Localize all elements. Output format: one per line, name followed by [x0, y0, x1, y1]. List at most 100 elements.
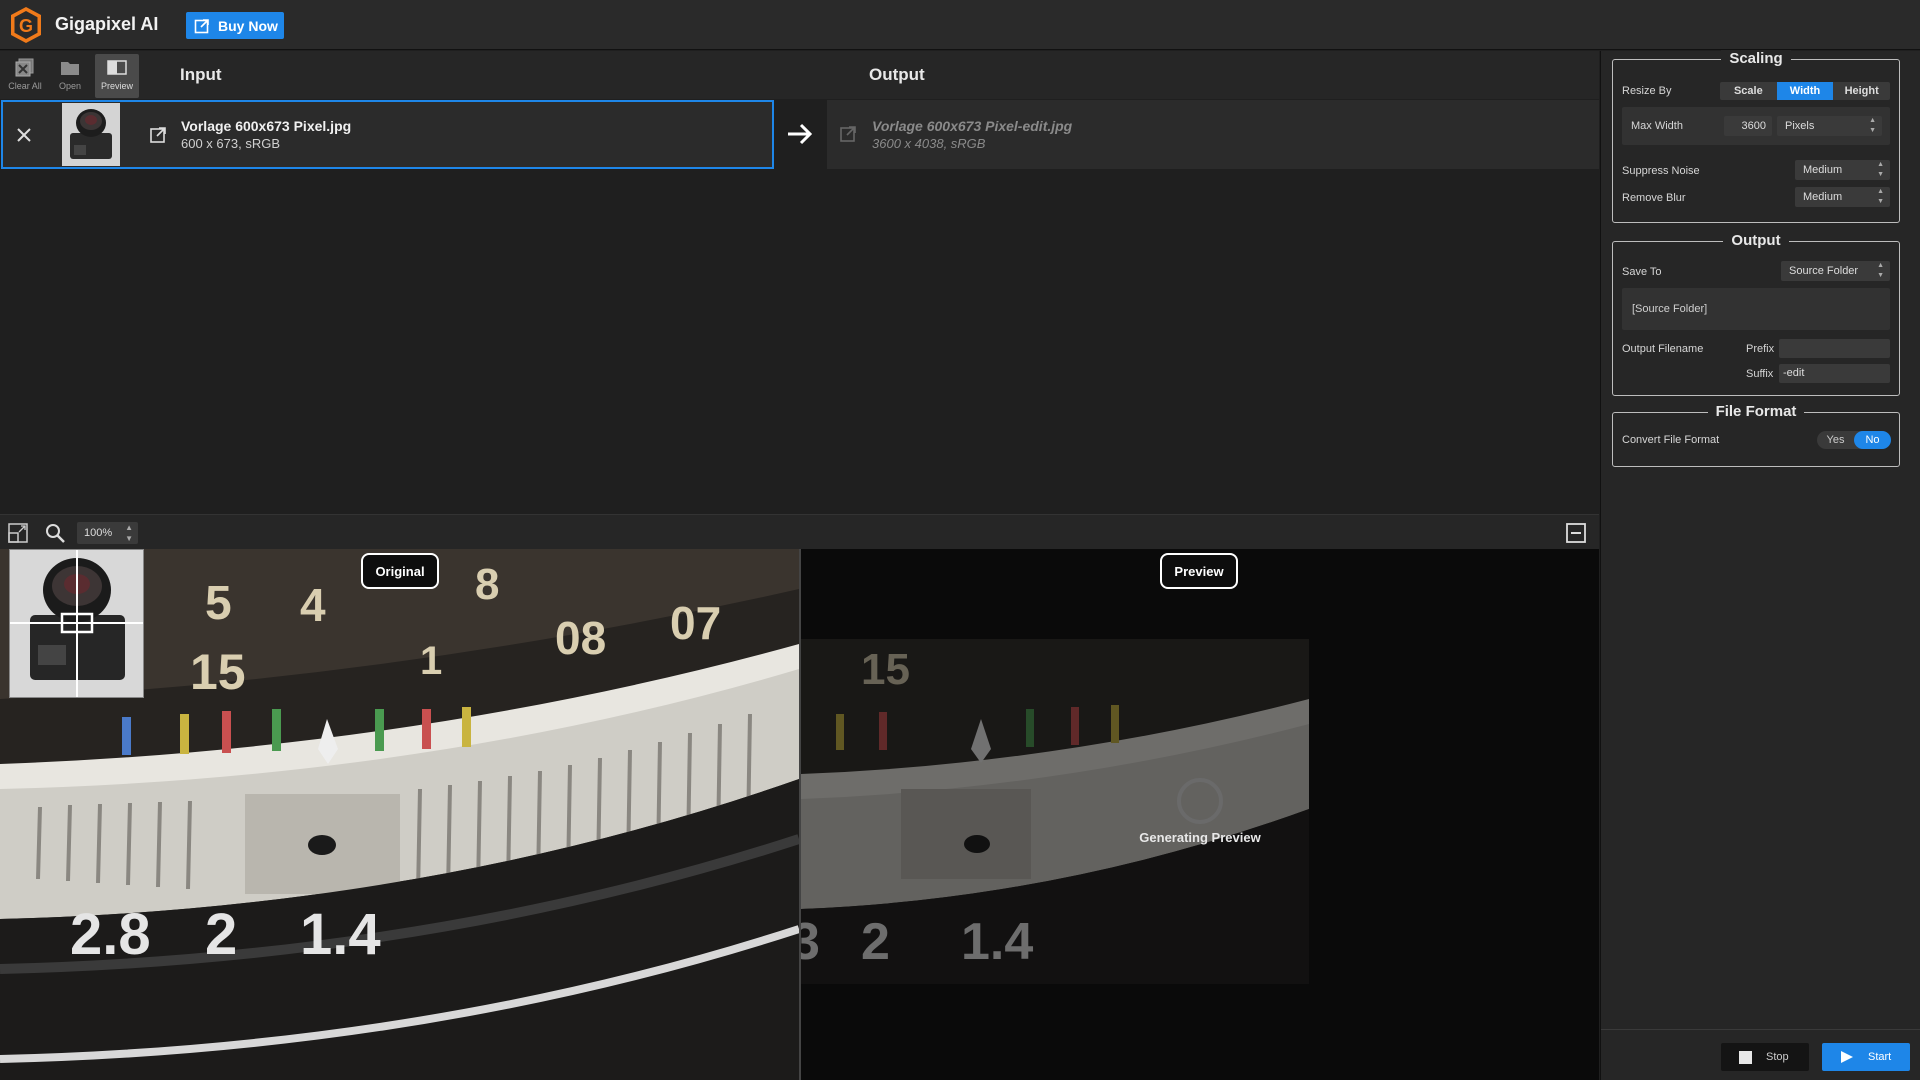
gigapixel-logo-icon: G	[11, 7, 41, 43]
save-to-select[interactable]: Source Folder ▲ ▼	[1781, 261, 1890, 281]
folder-icon	[61, 62, 79, 75]
preview-toolbar: 100% ▲ ▼	[0, 514, 1599, 549]
svg-text:8: 8	[475, 560, 499, 609]
fit-to-view-icon[interactable]	[7, 522, 29, 544]
play-icon	[1841, 1051, 1853, 1063]
input-file-row[interactable]: Vorlage 600x673 Pixel.jpg 600 x 673, sRG…	[1, 100, 774, 169]
output-settings-title: Output	[1723, 232, 1789, 249]
start-button[interactable]: Start	[1822, 1043, 1910, 1071]
clear-all-button[interactable]: Clear All	[3, 54, 47, 98]
zoom-level-select[interactable]: 100% ▲ ▼	[77, 522, 138, 544]
output-file-row: Vorlage 600x673 Pixel-edit.jpg 3600 x 40…	[827, 100, 1599, 169]
svg-text:G: G	[19, 16, 33, 36]
output-column-header: Output	[869, 65, 925, 84]
input-thumbnail	[62, 103, 120, 166]
preview-toggle-button[interactable]: Preview	[95, 54, 139, 98]
buy-now-button[interactable]: Buy Now	[186, 12, 284, 39]
app-title: Gigapixel AI	[55, 14, 159, 34]
svg-text:15: 15	[190, 644, 246, 700]
file-format-title: File Format	[1707, 403, 1805, 420]
remove-file-icon[interactable]	[13, 124, 35, 146]
clear-all-icon	[15, 58, 34, 77]
open-external-icon	[840, 126, 856, 142]
max-width-input[interactable]: 3600	[1724, 116, 1772, 136]
svg-text:1.4: 1.4	[961, 913, 1033, 971]
toolbar: Clear All Open Preview Input Output	[0, 51, 1599, 99]
buy-now-label: Buy Now	[218, 17, 278, 34]
stop-icon	[1739, 1050, 1752, 1064]
convert-format-toggle[interactable]: Yes No	[1817, 431, 1891, 449]
suppress-noise-value: Medium	[1803, 164, 1843, 176]
stop-button[interactable]: Stop	[1721, 1043, 1809, 1071]
clear-all-label: Clear All	[8, 81, 42, 91]
suppress-noise-label: Suppress Noise	[1622, 165, 1700, 177]
svg-text:15: 15	[861, 645, 910, 694]
suffix-input[interactable]: -edit	[1779, 364, 1890, 383]
remove-blur-value: Medium	[1803, 191, 1843, 203]
scaling-group: Scaling Resize By Scale Width Height Max…	[1612, 50, 1900, 223]
svg-text:2: 2	[861, 913, 890, 971]
loading-spinner-icon	[1177, 778, 1223, 824]
input-column-header: Input	[180, 65, 222, 84]
start-label: Start	[1868, 1051, 1892, 1063]
svg-text:1.4: 1.4	[300, 902, 381, 967]
action-bar: Stop Start	[1601, 1029, 1920, 1080]
updown-icon: ▲ ▼	[1869, 117, 1876, 134]
generating-preview-text: Generating Preview	[1139, 830, 1261, 845]
unit-select[interactable]: Pixels ▲ ▼	[1777, 116, 1882, 136]
scaling-title: Scaling	[1721, 50, 1791, 67]
output-settings-group: Output Save To Source Folder ▲ ▼ [Source …	[1612, 232, 1900, 396]
svg-text:4: 4	[300, 579, 326, 631]
split-preview-icon	[107, 60, 127, 75]
convert-format-label: Convert File Format	[1622, 434, 1720, 446]
toggle-no-option[interactable]: No	[1854, 431, 1891, 449]
external-link-icon	[194, 18, 209, 33]
open-label: Open	[58, 81, 82, 91]
title-bar: G Gigapixel AI Buy Now	[0, 0, 1920, 50]
settings-panel: Scaling Resize By Scale Width Height Max…	[1600, 50, 1920, 1080]
preview-label: Preview	[1160, 553, 1238, 589]
svg-text:2.8: 2.8	[70, 902, 151, 967]
output-folder-path[interactable]: [Source Folder]	[1622, 288, 1890, 330]
max-width-label: Max Width	[1631, 120, 1683, 132]
original-label: Original	[361, 553, 439, 589]
updown-icon: ▲ ▼	[1877, 188, 1884, 205]
file-list-area	[0, 170, 1599, 514]
preview-label: Preview	[100, 81, 133, 91]
prefix-label: Prefix	[1746, 343, 1775, 355]
svg-text:08: 08	[555, 612, 606, 664]
zoom-level-value: 100%	[84, 527, 113, 539]
resize-scale-option[interactable]: Scale	[1720, 82, 1777, 100]
prefix-input[interactable]	[1779, 339, 1890, 358]
resize-by-label: Resize By	[1622, 85, 1672, 97]
unit-value: Pixels	[1785, 120, 1815, 132]
updown-icon: ▲ ▼	[125, 523, 133, 543]
svg-text:2: 2	[205, 902, 237, 967]
navigator-thumbnail[interactable]	[9, 549, 144, 698]
remove-blur-select[interactable]: Medium ▲ ▼	[1795, 187, 1890, 207]
output-filename-label: Output Filename	[1622, 343, 1704, 355]
collapse-preview-icon[interactable]	[1565, 522, 1587, 544]
suffix-label: Suffix	[1746, 368, 1774, 380]
open-external-icon[interactable]	[149, 126, 167, 144]
save-to-label: Save To	[1622, 266, 1662, 278]
svg-text:5: 5	[205, 577, 232, 630]
svg-text:07: 07	[670, 597, 721, 649]
svg-text:3: 3	[801, 913, 820, 971]
svg-text:1: 1	[420, 639, 442, 683]
save-to-value: Source Folder	[1789, 265, 1859, 277]
toggle-yes-option[interactable]: Yes	[1817, 431, 1854, 449]
file-format-group: File Format Convert File Format Yes No	[1612, 403, 1900, 467]
open-button[interactable]: Open	[48, 54, 92, 98]
max-width-box: Max Width 3600 Pixels ▲ ▼	[1622, 107, 1890, 145]
resize-height-option[interactable]: Height	[1833, 82, 1890, 100]
zoom-icon[interactable]	[44, 522, 66, 544]
remove-blur-label: Remove Blur	[1622, 192, 1686, 204]
input-file-meta: 600 x 673, sRGB	[181, 136, 280, 151]
resize-by-segmented-control: Scale Width Height	[1720, 82, 1890, 100]
updown-icon: ▲ ▼	[1877, 262, 1884, 279]
suppress-noise-select[interactable]: Medium ▲ ▼	[1795, 160, 1890, 180]
input-file-name: Vorlage 600x673 Pixel.jpg	[181, 118, 352, 134]
updown-icon: ▲ ▼	[1877, 161, 1884, 178]
resize-width-option[interactable]: Width	[1776, 82, 1834, 100]
